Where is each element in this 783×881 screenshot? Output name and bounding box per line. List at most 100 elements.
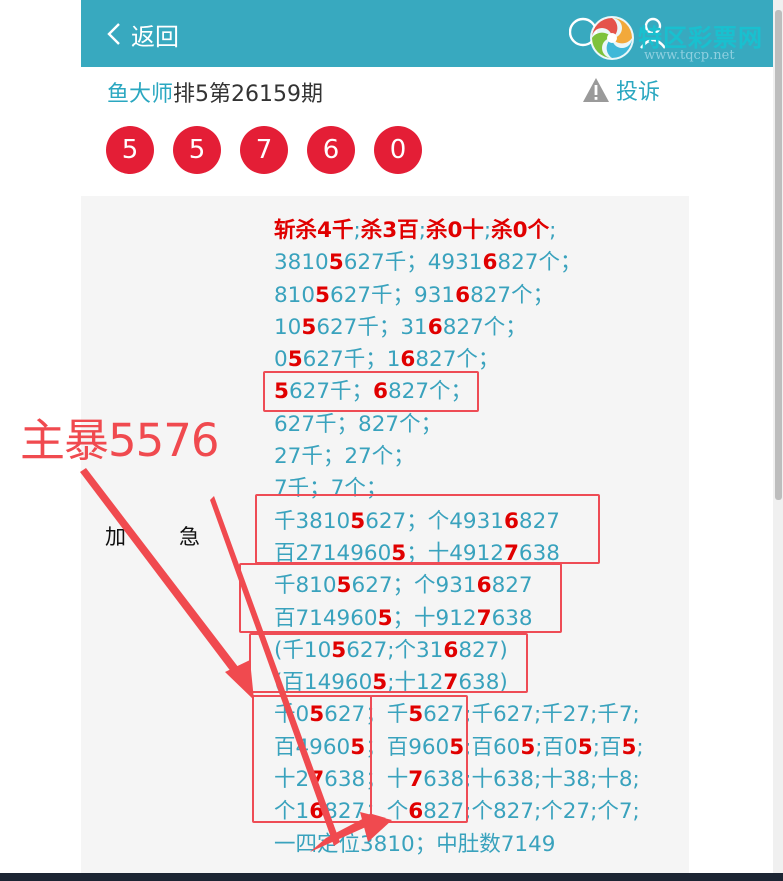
line-text: ；十912 — [392, 605, 477, 631]
issue-title: 排5第26159期 — [173, 82, 323, 107]
highlight-digit: 6 — [400, 347, 416, 373]
headline-kill-text: 斩杀4千 — [274, 218, 354, 243]
page-title: 鱼大师排5第26159期 — [107, 76, 323, 108]
line-text: 638) — [458, 670, 508, 696]
highlight-digit: 6 — [455, 282, 471, 308]
headline-kill-text: 杀0个 — [491, 218, 550, 243]
separator: ; — [353, 218, 361, 243]
line-text: 一四定位3810；中肚数7149 — [274, 831, 556, 857]
scrollbar-thumb[interactable] — [775, 10, 782, 500]
prediction-line: (千105627;个316827) — [274, 635, 644, 667]
result-ball: 7 — [240, 126, 288, 174]
urgent-label: 加急 — [105, 521, 253, 551]
line-text: ;十12 — [387, 670, 444, 696]
watermark-url: www.tqcp.net — [644, 48, 735, 63]
prediction-line: 百49605；百9605;百605;百05;百5; — [274, 732, 644, 764]
back-label: 返回 — [131, 22, 179, 51]
line-text: 627千；827个； — [274, 411, 443, 437]
line-text: 638 — [491, 605, 533, 631]
line-text: 3810 — [274, 250, 329, 276]
line-text: 千3810 — [274, 508, 351, 534]
prediction-line: 百27149605；十49127638 — [274, 538, 644, 570]
line-text: 638；十 — [324, 767, 409, 793]
highlight-digit: 5 — [301, 314, 317, 340]
prediction-line: 一四定位3810；中肚数7149 — [274, 829, 644, 861]
line-text: 627；个931 — [351, 573, 477, 599]
line-text: 827个； — [415, 347, 500, 373]
line-text: 827 — [491, 573, 533, 599]
highlight-digit: 5 — [350, 734, 366, 760]
highlight-digit: 6 — [443, 637, 459, 663]
highlight-digit: 5 — [287, 347, 303, 373]
result-ball: 5 — [106, 126, 154, 174]
prediction-line: 个16827；个6827;个827;个27;个7; — [274, 796, 644, 828]
chevron-left-icon — [107, 23, 120, 45]
highlight-digit: 7 — [503, 540, 519, 566]
line-text: 百714960 — [274, 605, 378, 631]
prediction-line: (百149605;十127638) — [274, 667, 644, 699]
prediction-line: 千38105627；个49316827 — [274, 506, 644, 538]
result-balls: 5 5 7 6 0 — [106, 126, 441, 174]
prediction-line: 627千；827个； — [274, 409, 644, 441]
highlight-digit: 5 — [309, 702, 325, 728]
highlight-digit: 5 — [331, 637, 347, 663]
line-text: 638 — [518, 540, 560, 566]
line-text: 千0 — [274, 702, 310, 728]
prediction-line: 千05627；千5627;千627;千27;千7; — [274, 699, 644, 731]
prediction-content: 斩杀4千;杀3百;杀0十;杀0个; 38105627千；49316827个； 81… — [274, 215, 644, 861]
line-text: 百4960 — [274, 734, 351, 760]
urgent-char: 加 — [105, 525, 126, 549]
highlight-digit: 6 — [476, 573, 492, 599]
warning-icon — [583, 78, 609, 102]
result-ball: 0 — [374, 126, 422, 174]
watermark: 特区彩票网 www.tqcp.net — [586, 10, 783, 66]
highlight-digit: 6 — [408, 799, 424, 825]
line-text: 827个； — [470, 282, 555, 308]
highlight-digit: 5 — [449, 734, 465, 760]
line-text: 827；个 — [324, 799, 409, 825]
highlight-digit: 7 — [309, 767, 325, 793]
line-text: 627;千627;千27;千7; — [423, 702, 640, 728]
line-text: 627；千 — [324, 702, 409, 728]
report-button[interactable]: 投诉 — [582, 74, 660, 106]
prediction-line: 27千；27个； — [274, 441, 644, 473]
line-text: ；百960 — [365, 734, 450, 760]
line-text: 10 — [274, 314, 302, 340]
line-text: 827) — [458, 637, 508, 663]
line-text: 627千；4931 — [343, 250, 483, 276]
line-text: 827 — [518, 508, 560, 534]
line-text: ; — [636, 734, 644, 760]
back-button[interactable]: 返回 — [107, 16, 179, 52]
line-text: (千10 — [274, 637, 332, 663]
highlight-digit: 6 — [309, 799, 325, 825]
master-name-link[interactable]: 鱼大师 — [107, 82, 173, 107]
highlight-digit: 5 — [350, 508, 366, 534]
line-text: 百2714960 — [274, 540, 392, 566]
highlight-digit: 6 — [482, 250, 498, 276]
prediction-line: 05627千；16827个； — [274, 344, 644, 376]
prediction-line: 5627千；6827个； — [274, 376, 644, 408]
bottom-strip — [0, 873, 783, 881]
line-text: ;百0 — [535, 734, 578, 760]
line-text: 627;个31 — [346, 637, 444, 663]
line-text: ；十4912 — [406, 540, 504, 566]
highlight-digit: 5 — [328, 250, 344, 276]
line-text: 827个； — [387, 379, 473, 405]
line-text: 十2 — [274, 767, 310, 793]
highlight-digit: 5 — [336, 573, 352, 599]
line-text: 810 — [274, 282, 316, 308]
headline-kill-text: 杀3百 — [360, 218, 419, 243]
line-text: ;百 — [592, 734, 622, 760]
line-text: (百14960 — [274, 670, 373, 696]
report-label: 投诉 — [616, 80, 661, 105]
result-ball: 5 — [173, 126, 221, 174]
line-text: 7千；7个； — [274, 476, 388, 502]
headline-kill-text: 杀0十 — [425, 218, 484, 243]
highlight-digit: 5 — [372, 670, 388, 696]
urgent-char: 急 — [179, 525, 200, 549]
prediction-line: 百7149605；十9127638 — [274, 603, 644, 635]
result-ball: 6 — [307, 126, 355, 174]
highlight-digit: 6 — [373, 379, 388, 405]
line-text: 827个； — [442, 314, 527, 340]
prediction-line: 千8105627；个9316827 — [274, 570, 644, 602]
